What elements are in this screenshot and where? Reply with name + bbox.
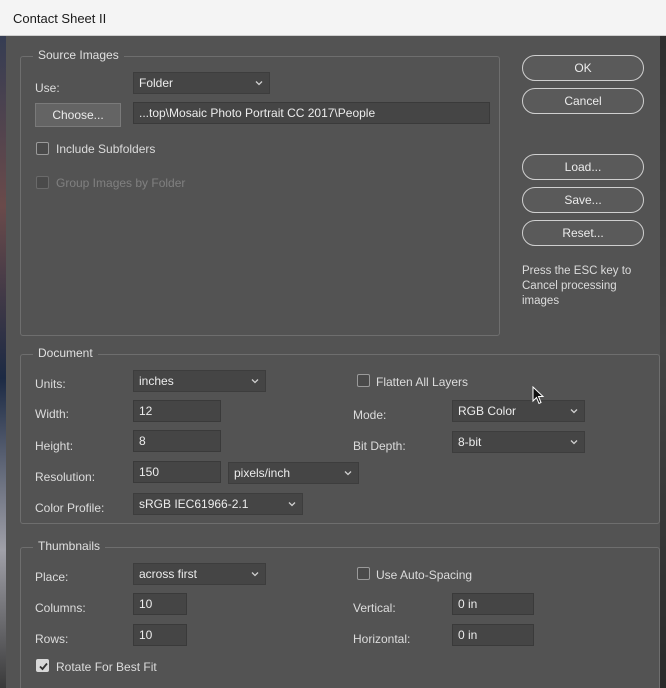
cancel-button[interactable]: Cancel xyxy=(522,88,644,114)
group-by-folder-label: Group Images by Folder xyxy=(56,176,186,190)
resolution-unit-value: pixels/inch xyxy=(234,466,291,480)
bit-depth-select[interactable]: 8-bit xyxy=(452,431,585,453)
height-label: Height: xyxy=(35,439,74,453)
resolution-label: Resolution: xyxy=(35,470,96,484)
place-select-value: across first xyxy=(139,567,198,581)
columns-label: Columns: xyxy=(35,601,86,615)
source-images-legend: Source Images xyxy=(33,48,124,62)
rotate-best-fit-checkbox[interactable] xyxy=(36,659,49,672)
place-label: Place: xyxy=(35,570,69,584)
chevron-down-icon xyxy=(251,379,259,384)
include-subfolders-label: Include Subfolders xyxy=(56,142,156,156)
chevron-down-icon xyxy=(344,471,352,476)
mode-select-value: RGB Color xyxy=(458,404,517,418)
horizontal-label: Horizontal: xyxy=(353,632,411,646)
contact-sheet-dialog: Source Images Use: Folder Choose... ...t… xyxy=(6,36,660,688)
mode-label: Mode: xyxy=(353,408,387,422)
include-subfolders-checkbox[interactable] xyxy=(36,142,49,155)
auto-spacing-checkbox[interactable] xyxy=(357,567,370,580)
color-profile-select[interactable]: sRGB IEC61966-2.1 xyxy=(133,493,303,515)
title-bar[interactable]: Contact Sheet II xyxy=(0,0,666,36)
resolution-unit-select[interactable]: pixels/inch xyxy=(228,462,359,484)
vertical-label: Vertical: xyxy=(353,601,396,615)
chevron-down-icon xyxy=(570,440,578,445)
group-by-folder-checkbox[interactable] xyxy=(36,176,49,189)
bit-depth-select-value: 8-bit xyxy=(458,435,482,449)
chevron-down-icon xyxy=(251,572,259,577)
save-button[interactable]: Save... xyxy=(522,187,644,213)
color-profile-value: sRGB IEC61966-2.1 xyxy=(139,497,249,511)
source-images-group: Source Images xyxy=(20,48,500,336)
ok-button[interactable]: OK xyxy=(522,55,644,81)
chevron-down-icon xyxy=(255,81,263,86)
use-select[interactable]: Folder xyxy=(133,72,270,94)
units-select-value: inches xyxy=(139,374,174,388)
choose-button[interactable]: Choose... xyxy=(35,103,121,127)
auto-spacing-label: Use Auto-Spacing xyxy=(376,568,473,582)
load-button[interactable]: Load... xyxy=(522,154,644,180)
use-label: Use: xyxy=(35,81,60,95)
chevron-down-icon xyxy=(288,502,296,507)
reset-button[interactable]: Reset... xyxy=(522,220,644,246)
width-field[interactable]: 12 xyxy=(133,400,221,422)
document-legend: Document xyxy=(33,346,98,360)
place-select[interactable]: across first xyxy=(133,563,266,585)
rotate-best-fit-label: Rotate For Best Fit xyxy=(56,660,157,674)
flatten-layers-label: Flatten All Layers xyxy=(376,375,469,389)
color-profile-label: Color Profile: xyxy=(35,501,105,515)
vertical-spacing-field[interactable]: 0 in xyxy=(452,593,534,615)
checkmark-icon xyxy=(39,662,48,671)
units-select[interactable]: inches xyxy=(133,370,266,392)
rows-label: Rows: xyxy=(35,632,69,646)
mouse-cursor-icon xyxy=(532,386,545,405)
use-select-value: Folder xyxy=(139,76,174,90)
chevron-down-icon xyxy=(570,409,578,414)
horizontal-spacing-field[interactable]: 0 in xyxy=(452,624,534,646)
resolution-field[interactable]: 150 xyxy=(133,461,221,483)
rows-field[interactable]: 10 xyxy=(133,624,187,646)
bit-depth-label: Bit Depth: xyxy=(353,439,406,453)
thumbnails-legend: Thumbnails xyxy=(33,539,106,553)
mode-select[interactable]: RGB Color xyxy=(452,400,585,422)
height-field[interactable]: 8 xyxy=(133,430,221,452)
esc-note: Press the ESC key to Cancel processing i… xyxy=(522,265,632,307)
columns-field[interactable]: 10 xyxy=(133,593,187,615)
source-path-field[interactable]: ...top\Mosaic Photo Portrait CC 2017\Peo… xyxy=(133,102,490,124)
units-label: Units: xyxy=(35,377,66,391)
width-label: Width: xyxy=(35,407,70,421)
window-title: Contact Sheet II xyxy=(13,11,107,26)
flatten-layers-checkbox[interactable] xyxy=(357,374,370,387)
